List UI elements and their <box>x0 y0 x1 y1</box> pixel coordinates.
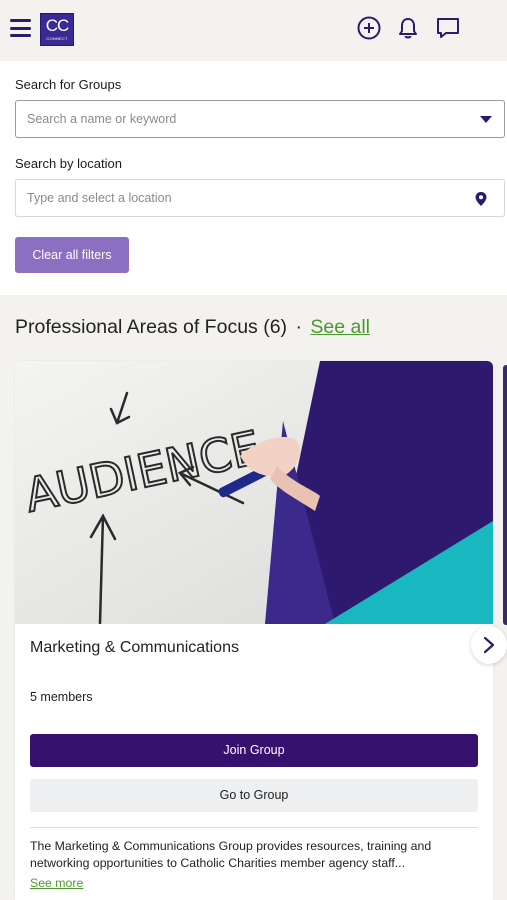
section-separator: · <box>295 316 302 338</box>
location-input[interactable]: Type and select a location <box>15 179 505 217</box>
chevron-right-icon <box>483 636 495 654</box>
logo[interactable]: CC CONNECT <box>40 13 74 46</box>
see-more-link[interactable]: See more <box>30 876 83 890</box>
see-all-link[interactable]: See all <box>310 316 370 338</box>
group-search-input[interactable]: Search a name or keyword <box>15 100 505 138</box>
add-circle-icon[interactable] <box>356 15 382 41</box>
group-title[interactable]: Marketing & Communications <box>30 639 239 657</box>
member-count: 5 members <box>30 690 93 704</box>
next-card-peek[interactable] <box>503 365 507 625</box>
top-bar: CC CONNECT <box>0 0 507 60</box>
section-title: Professional Areas of Focus (6) · See al… <box>15 316 370 339</box>
card-divider <box>30 827 478 828</box>
group-description: The Marketing & Communications Group pro… <box>30 839 432 870</box>
group-card[interactable]: AUDIENCE Marketing & Communications 5 me… <box>15 361 493 900</box>
section-heading: Professional Areas of Focus (6) <box>15 316 288 338</box>
location-placeholder: Type and select a location <box>27 191 172 205</box>
go-to-group-button[interactable]: Go to Group <box>30 779 478 812</box>
group-card-image: AUDIENCE <box>15 361 493 624</box>
bell-icon[interactable] <box>395 15 421 41</box>
menu-icon[interactable] <box>10 19 31 37</box>
group-search-label: Search for Groups <box>15 77 122 92</box>
location-label: Search by location <box>15 156 122 171</box>
group-search-placeholder: Search a name or keyword <box>27 112 177 126</box>
filters-panel: Search for Groups Search a name or keywo… <box>0 61 507 295</box>
logo-subtext: CONNECT <box>46 36 68 41</box>
logo-text: CC <box>45 16 70 35</box>
clear-filters-button[interactable]: Clear all filters <box>15 237 129 273</box>
location-pin-icon <box>475 192 487 206</box>
chat-icon[interactable] <box>435 15 461 41</box>
carousel-next-button[interactable] <box>471 626 507 664</box>
chevron-down-icon[interactable] <box>480 116 492 123</box>
join-group-button[interactable]: Join Group <box>30 734 478 767</box>
